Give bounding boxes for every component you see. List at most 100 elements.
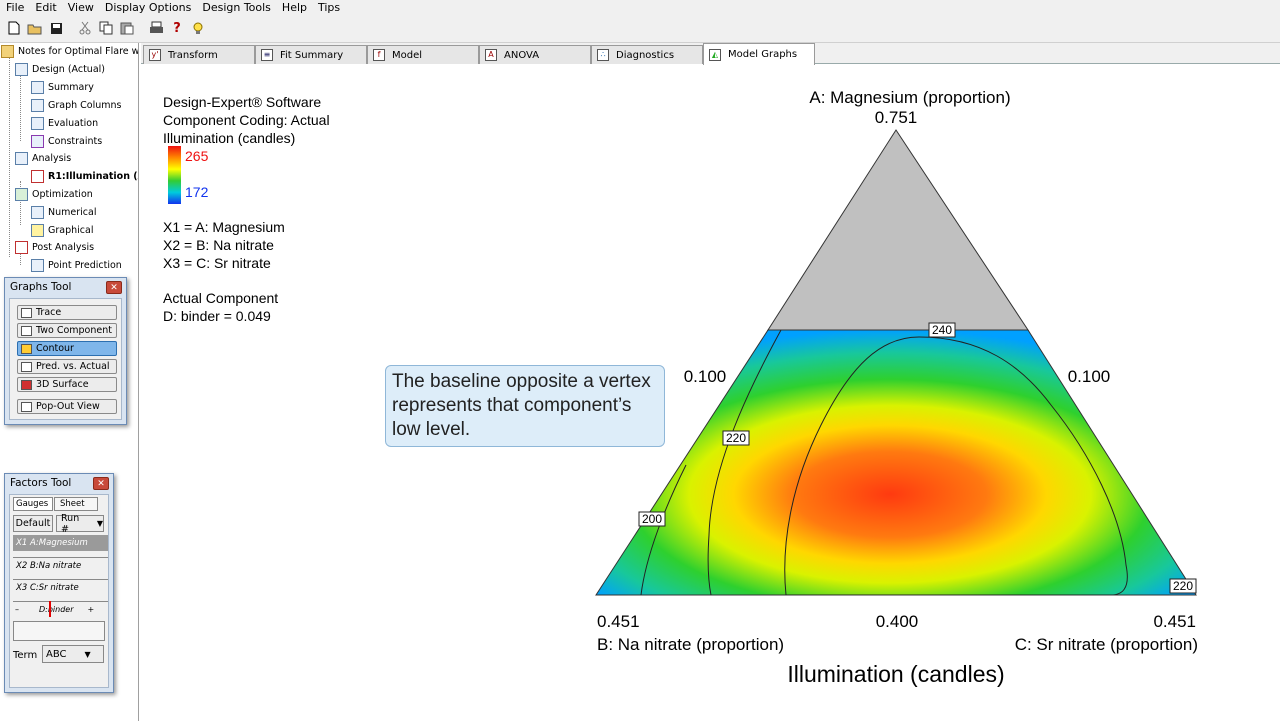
design-grid-icon [15,62,28,76]
view-tabs: y' Transform ≡ Fit Summary f Model A ANOVA ∴… [141,43,1280,65]
tree-evaluation[interactable]: Evaluation [31,115,98,131]
tab-model-graphs[interactable]: ◭ Model Graphs [703,43,815,65]
run-select[interactable]: Run # ▼ [56,513,104,535]
3d-surface-icon [21,379,32,390]
post-analysis-icon [15,240,28,254]
axis-b-label: B: Na nitrate (proportion) [597,635,784,654]
plot-title: Illumination (candles) [787,661,1004,687]
axis-c-label: C: Sr nitrate (proportion) [1015,635,1198,654]
trace-button[interactable]: Trace [17,305,117,320]
contour-label-240: 240 [932,323,952,337]
factor-x2-row[interactable]: X2 B:Na nitrate [13,557,108,573]
tab-transform[interactable]: y' Transform [143,45,255,64]
contour-icon [21,343,32,354]
tree-optimization[interactable]: Optimization [15,186,93,202]
pred-vs-actual-icon [21,361,32,372]
contour-label-220b: 220 [1173,579,1193,593]
close-icon[interactable]: ✕ [93,477,109,490]
graphs-tool-body: Trace Two Component Contour Pred. vs. Ac… [9,298,122,420]
excluded-region [767,129,1029,331]
menu-view[interactable]: View [68,1,94,14]
3d-surface-button[interactable]: 3D Surface [17,377,117,392]
pop-out-view-button[interactable]: Pop-Out View [17,399,117,414]
open-folder-icon[interactable] [26,19,44,37]
axis-bottom-left-value: 0.451 [597,612,640,631]
paste-icon[interactable] [118,19,136,37]
menu-design-tools[interactable]: Design Tools [202,1,271,14]
transform-icon: y' [149,49,161,61]
tab-diagnostics[interactable]: ∴ Diagnostics [591,45,703,64]
axis-a-top-value: 0.751 [875,108,918,127]
tree-post-analysis[interactable]: Post Analysis [15,239,94,255]
tree-numerical[interactable]: Numerical [31,204,96,220]
tab-model[interactable]: f Model [367,45,479,64]
factor-value-field[interactable] [13,621,105,641]
analysis-icon [15,151,28,165]
tip-bulb-icon[interactable] [189,19,207,37]
factors-tool-body: Gauges Sheet Default Run # ▼ X1 A:Magnes… [9,494,109,688]
chevron-down-icon: ▼ [96,519,103,528]
response-thermometer-icon [31,169,44,183]
menu-tips[interactable]: Tips [318,1,340,14]
term-select[interactable]: ABC ▼ [42,645,104,663]
axis-left-value: 0.100 [684,367,727,386]
tree-graph-columns[interactable]: Graph Columns [31,97,122,113]
binder-slider[interactable]: – D:binder + [13,601,108,617]
constraints-icon [31,134,44,148]
axis-bottom-mid-value: 0.400 [876,612,919,631]
slider-handle[interactable] [49,601,51,617]
pred-vs-actual-button[interactable]: Pred. vs. Actual [17,359,117,374]
anova-icon: A [485,49,497,61]
axis-right-value: 0.100 [1068,367,1111,386]
menu-display-options[interactable]: Display Options [105,1,192,14]
factor-x3-row[interactable]: X3 C:Sr nitrate [13,579,108,595]
point-prediction-icon [31,258,44,272]
term-label: Term [13,649,38,661]
two-component-icon [21,325,32,336]
contour-label-220: 220 [726,431,746,445]
copy-icon[interactable] [97,19,115,37]
close-icon[interactable]: ✕ [106,281,122,294]
print-icon[interactable] [147,19,165,37]
tree-point-prediction[interactable]: Point Prediction [31,257,122,273]
tree-analysis[interactable]: Analysis [15,150,71,166]
new-file-icon[interactable] [5,19,23,37]
folder-icon [1,44,14,58]
tab-fit-summary[interactable]: ≡ Fit Summary [255,45,367,64]
tree-constraints[interactable]: Constraints [31,133,102,149]
tree-root[interactable]: Notes for Optimal Flare wit [1,43,138,59]
cut-icon[interactable] [76,19,94,37]
gauges-tab[interactable]: Gauges [13,497,53,511]
chevron-down-icon: ▼ [84,649,91,659]
numerical-icon [31,205,44,219]
trace-icon [21,307,32,318]
default-button[interactable]: Default [13,515,53,532]
contour-button[interactable]: Contour [17,341,117,356]
menu-help[interactable]: Help [282,1,307,14]
diagnostics-icon: ∴ [597,49,609,61]
contour-label-200: 200 [642,512,662,526]
factors-tool-window: Factors Tool ✕ Gauges Sheet Default Run … [4,473,114,693]
tab-anova[interactable]: A ANOVA [479,45,591,64]
factor-x1-row[interactable]: X1 A:Magnesium [13,535,108,551]
save-icon[interactable] [47,19,65,37]
two-component-button[interactable]: Two Component [17,323,117,338]
graphs-tool-window: Graphs Tool ✕ Trace Two Component Contou… [4,277,127,425]
axis-bottom-right-value: 0.451 [1153,612,1196,631]
evaluation-magnifier-icon [31,116,44,130]
tree-design-actual[interactable]: Design (Actual) [15,61,105,77]
graphical-icon [31,223,44,237]
tree-summary[interactable]: Summary [31,79,94,95]
ternary-contour-plot: 240 220 200 220 A: Magnesium (proportion… [595,88,1198,687]
tree-graphical[interactable]: Graphical [31,222,93,238]
menu-file[interactable]: File [6,1,24,14]
axis-a-label: A: Magnesium (proportion) [809,88,1010,107]
menu-edit[interactable]: Edit [35,1,56,14]
model-graph-area: Design-Expert® Software Component Coding… [141,65,1280,721]
model-graphs-icon: ◭ [709,48,721,61]
summary-icon [31,80,44,94]
menu-bar: File Edit View Display Options Design To… [0,0,1280,14]
help-icon[interactable]: ? [168,19,186,37]
sheet-tab[interactable]: Sheet [54,497,98,511]
tree-r1-illumination[interactable]: R1:Illumination (A [31,168,138,184]
